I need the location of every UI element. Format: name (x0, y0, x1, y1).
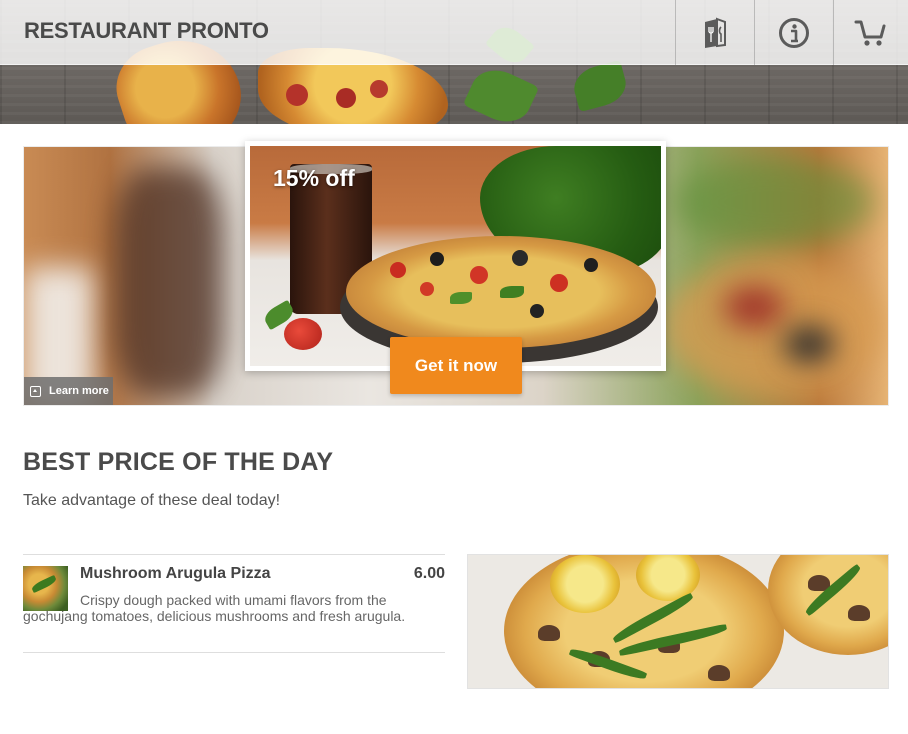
basil-topping (500, 286, 524, 298)
basil-topping (450, 292, 472, 304)
blurred-background (114, 167, 224, 397)
learn-more-button[interactable]: Learn more (24, 377, 113, 405)
cherry-tomato (284, 318, 322, 350)
blurred-background (724, 287, 784, 327)
learn-more-label: Learn more (49, 385, 109, 397)
tomato-topping (420, 282, 434, 296)
tomato-topping (550, 274, 568, 292)
menu-item[interactable]: Mushroom Arugula Pizza 6.00 Crispy dough… (23, 554, 445, 653)
pizza (768, 555, 888, 655)
section-title: BEST PRICE OF THE DAY (23, 448, 334, 476)
tomato-topping (390, 262, 406, 278)
item-name: Mushroom Arugula Pizza (80, 565, 271, 582)
blurred-background (664, 257, 884, 397)
menu-button[interactable] (675, 0, 754, 65)
olive-topping (430, 252, 444, 266)
blurred-background (674, 157, 874, 247)
promo-image: 15% off (250, 146, 661, 366)
mushroom-topping (538, 625, 560, 641)
expand-up-icon (30, 385, 41, 397)
item-price: 6.00 (413, 565, 445, 582)
tomato-topping (470, 266, 488, 284)
discount-label: 15% off (273, 165, 355, 191)
featured-pizza-image (467, 554, 889, 689)
item-description: Crispy dough packed with umami flavors f… (23, 592, 406, 624)
lemon-slice (550, 555, 620, 613)
cart-icon (854, 20, 886, 46)
blurred-background (784, 327, 834, 362)
pepperoni-decoration (370, 80, 388, 98)
get-it-now-button[interactable]: Get it now (390, 337, 522, 394)
basil-leaf-decoration (569, 59, 631, 113)
mushroom-topping (708, 665, 730, 681)
basil-leaf-decoration (462, 61, 540, 124)
section-subtitle: Take advantage of these deal today! (23, 492, 281, 509)
header-banner: RESTAURANT PRONTO (0, 0, 908, 124)
olive-topping (584, 258, 598, 272)
brand-title[interactable]: RESTAURANT PRONTO (24, 18, 269, 44)
pepperoni-decoration (336, 88, 356, 108)
menu-book-icon (705, 17, 726, 48)
top-bar: RESTAURANT PRONTO (0, 0, 908, 65)
olive-topping (530, 304, 544, 318)
mushroom-topping (848, 605, 870, 621)
cart-button[interactable] (833, 0, 908, 65)
info-button[interactable] (754, 0, 833, 65)
pepperoni-decoration (286, 84, 308, 106)
info-icon (779, 17, 809, 48)
olive-topping (512, 250, 528, 266)
